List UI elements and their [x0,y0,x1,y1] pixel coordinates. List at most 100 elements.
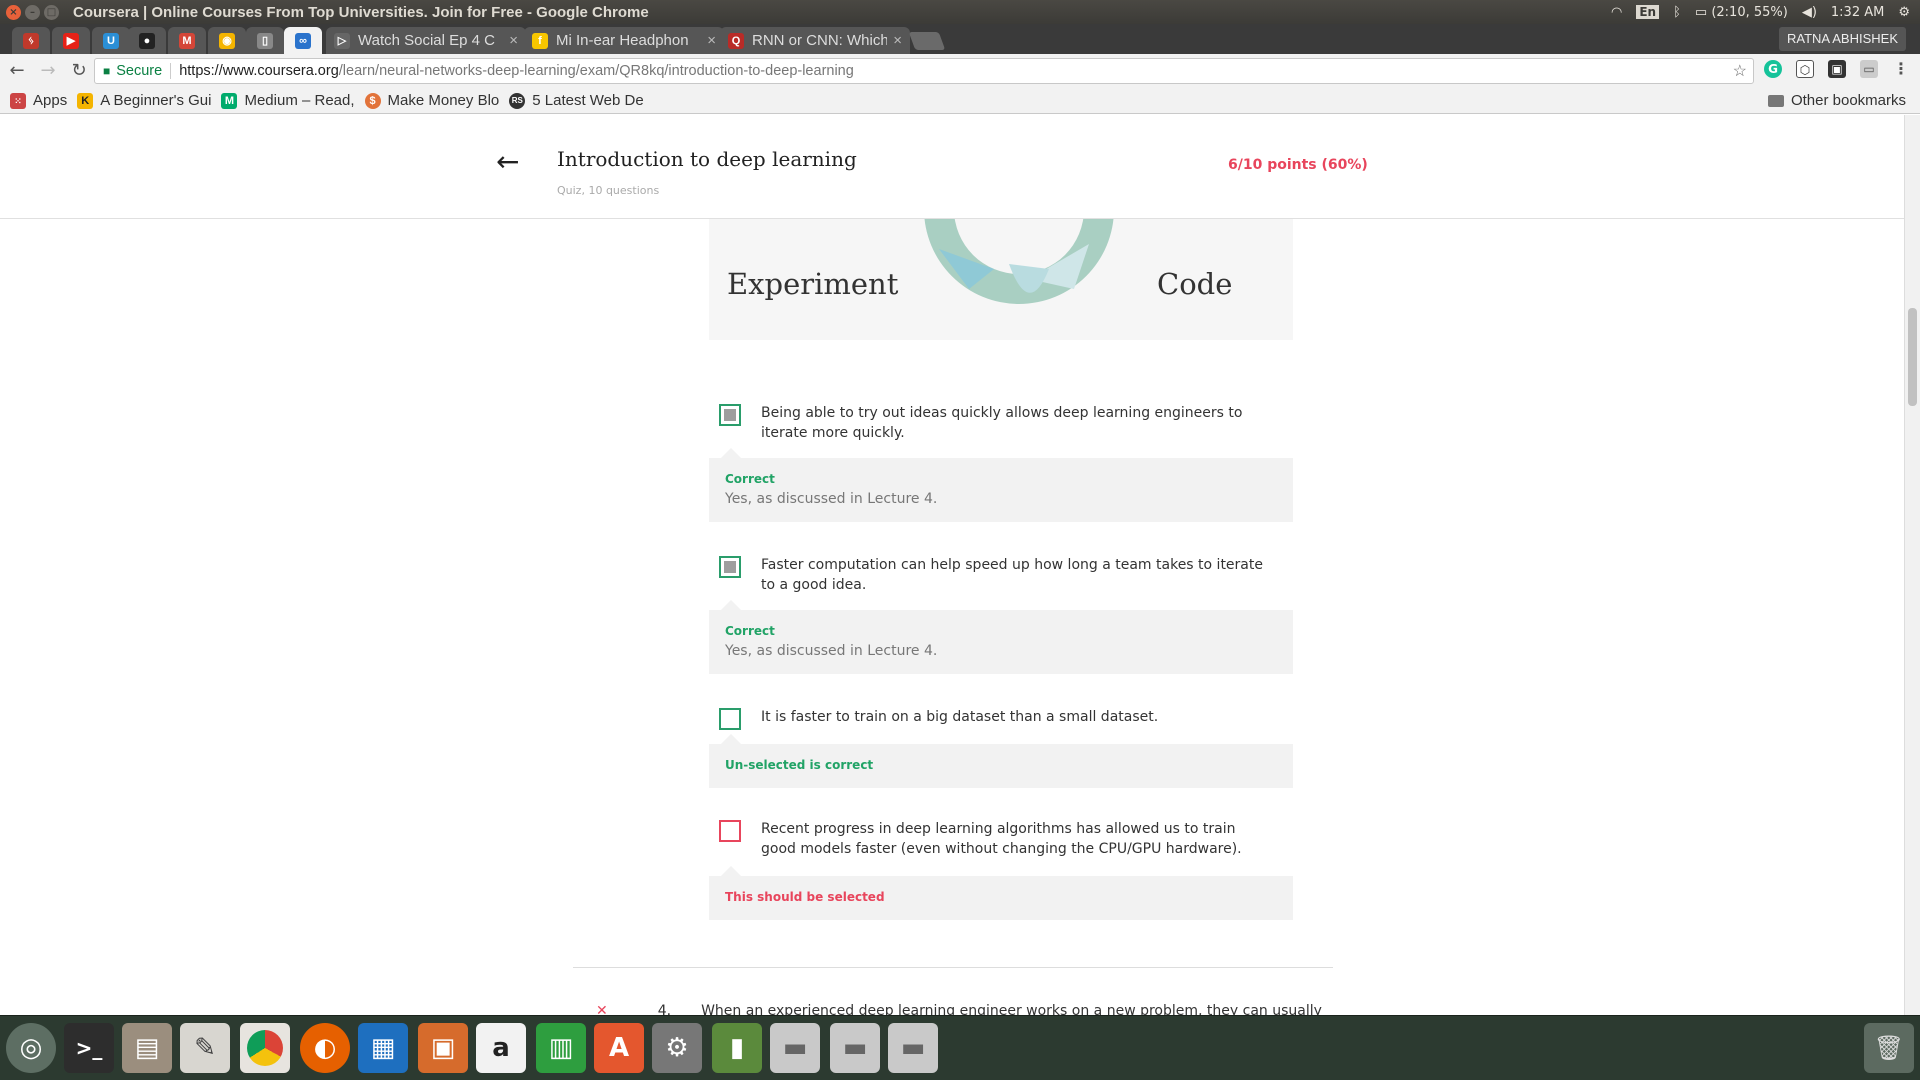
new-tab-button[interactable] [908,32,946,50]
answer-checkbox[interactable] [719,556,741,578]
youtube-icon: ▶ [63,32,79,49]
bookmark-make-money[interactable]: $ Make Money Blo [364,92,499,109]
app-launcher: ◎ >_ ▤ ✎ ◐ ▦ ▣ a ▥ A ⚙ ▮ ▬ ▬ ▬ 🗑 [0,1015,1920,1080]
reload-icon[interactable]: ↻ [65,57,93,85]
close-tab-icon[interactable]: × [707,32,716,49]
bluetooth-icon[interactable]: ᛒ [1673,5,1681,20]
minimize-window-button[interactable]: – [25,4,40,20]
pinned-tab-6[interactable]: ◉ [208,27,246,54]
quora-icon: Q [728,32,744,49]
incorrect-x-icon: ✕ [596,1003,608,1015]
workspace-switcher-icon[interactable]: ▮ [712,1023,762,1073]
forward-arrow-icon[interactable]: → [34,57,62,85]
quiz-subtitle: Quiz, 10 questions [557,184,660,197]
answer-option-row: Recent progress in deep learning algorit… [709,814,1293,876]
tab-watch-social[interactable]: ▷ Watch Social Ep 4 C × [326,27,526,54]
drive-icon[interactable]: ▬ [888,1023,938,1073]
text-editor-icon[interactable]: ✎ [180,1023,230,1073]
file-manager-icon[interactable]: ▤ [122,1023,172,1073]
menu-dots-icon[interactable]: ⋮ [1892,60,1910,78]
clock[interactable]: 1:32 AM [1831,5,1884,20]
chrome-icon[interactable] [240,1023,290,1073]
impress-icon[interactable]: ▣ [418,1023,468,1073]
pinned-tab-4[interactable]: ● [128,27,166,54]
battery-icon: ▭ [1694,4,1708,20]
bookmark-label: Medium – Read, [244,92,355,109]
address-bar[interactable]: ■ Secure https://www.coursera.org/learn/… [94,58,1754,84]
pinned-tab-1[interactable]: ᛃ [12,27,50,54]
drive-icon[interactable]: ▬ [770,1023,820,1073]
system-indicators: ◠ En ᛒ ▭ (2:10, 55%) ◀) 1:32 AM ⚙ [1611,0,1910,24]
bookmark-medium[interactable]: M Medium – Read, [221,92,355,109]
pinned-tab-7[interactable]: ▯ [246,27,284,54]
page-scrollbar[interactable] [1904,115,1920,1015]
keyboard-layout-indicator[interactable]: En [1636,5,1660,19]
answer-checkbox[interactable] [719,708,741,730]
terminal-icon[interactable]: >_ [64,1023,114,1073]
flipkart-icon: f [532,32,548,49]
bookmark-web-dev[interactable]: RS 5 Latest Web De [509,92,644,109]
ubuntu-dash-icon[interactable]: ◎ [6,1023,56,1073]
firefox-icon[interactable]: ◐ [300,1023,350,1073]
close-tab-icon[interactable]: × [893,32,902,49]
package-icon[interactable]: ⬡ [1796,60,1814,78]
answer-checkbox[interactable] [719,404,741,426]
scrollbar-thumb[interactable] [1908,308,1917,406]
feedback-detail: Yes, as discussed in Lecture 4. [725,643,938,659]
question-text: When an experienced deep learning engine… [701,1003,1322,1015]
tab-mi-headphones[interactable]: f Mi In-ear Headphon × [524,27,724,54]
answer-feedback: Un-selected is correct [709,734,1293,788]
calc-icon[interactable]: ▥ [536,1023,586,1073]
answer-checkbox[interactable] [719,820,741,842]
close-window-button[interactable]: × [6,4,21,20]
url-path: /learn/neural-networks-deep-learning/exa… [338,63,854,79]
cast-icon[interactable]: ▭ [1860,60,1878,78]
tab-label: RNN or CNN: Which [752,32,888,49]
bookmark-beginners-guide[interactable]: K A Beginner's Gui [77,92,211,109]
profile-button[interactable]: RATNA ABHISHEK [1778,27,1906,51]
page-title: Introduction to deep learning [557,147,857,171]
close-tab-icon[interactable]: × [509,32,518,49]
writer-icon[interactable]: ▦ [358,1023,408,1073]
answer-option-row: Faster computation can help speed up how… [709,550,1293,610]
grammarly-icon[interactable]: G [1764,60,1782,78]
trash-icon[interactable]: 🗑 [1864,1023,1914,1073]
bookmark-star-icon[interactable]: ☆ [1733,61,1747,81]
bookmark-label: 5 Latest Web De [532,92,644,109]
pinned-tab-3[interactable]: U [92,27,130,54]
pinned-tab-5[interactable]: M [168,27,206,54]
gmail-icon: M [179,32,195,49]
page-content: ← Introduction to deep learning Quiz, 10… [0,115,1920,1015]
uplabs-icon: U [103,32,119,49]
extension-icons: G ⬡ ▣ ▭ ⋮ [1764,60,1910,78]
back-arrow-icon[interactable]: ← [496,145,519,178]
settings-gear-icon[interactable]: ⚙ [1898,5,1910,20]
volume-icon[interactable]: ◀) [1802,5,1817,20]
answer-feedback: This should be selected [709,866,1293,920]
feedback-status: Un-selected is correct [725,758,874,772]
bookmark-apps[interactable]: ⁙ Apps [10,92,67,109]
system-settings-icon[interactable]: ⚙ [652,1023,702,1073]
system-top-panel: × – □ Coursera | Online Courses From Top… [0,0,1920,24]
lock-icon: ■ [103,64,111,78]
tab-rnn-cnn[interactable]: Q RNN or CNN: Which × [720,27,910,54]
software-center-icon[interactable]: A [594,1023,644,1073]
pinned-tab-2[interactable]: ▶ [52,27,90,54]
medium-icon: M [221,92,238,109]
pinned-tab-coursera[interactable]: ∞ [284,27,322,54]
wifi-icon[interactable]: ◠ [1611,5,1622,20]
quiz-header: ← Introduction to deep learning Quiz, 10… [0,115,1904,219]
battery-indicator[interactable]: ▭ (2:10, 55%) [1695,5,1788,20]
answer-option: Recent progress in deep learning algorit… [709,814,1293,920]
drive-icon[interactable]: ▬ [830,1023,880,1073]
back-arrow-icon[interactable]: ← [3,57,31,85]
maximize-window-button[interactable]: □ [44,4,59,20]
folder-icon [1767,94,1784,107]
github-icon: ● [139,32,155,49]
question-number: 4. [657,1003,672,1015]
other-bookmarks[interactable]: Other bookmarks [1767,92,1906,109]
cycle-arrows-icon [924,219,1114,304]
feedback-status: Correct [725,472,775,486]
shield-extension-icon[interactable]: ▣ [1828,60,1846,78]
amazon-icon[interactable]: a [476,1023,526,1073]
